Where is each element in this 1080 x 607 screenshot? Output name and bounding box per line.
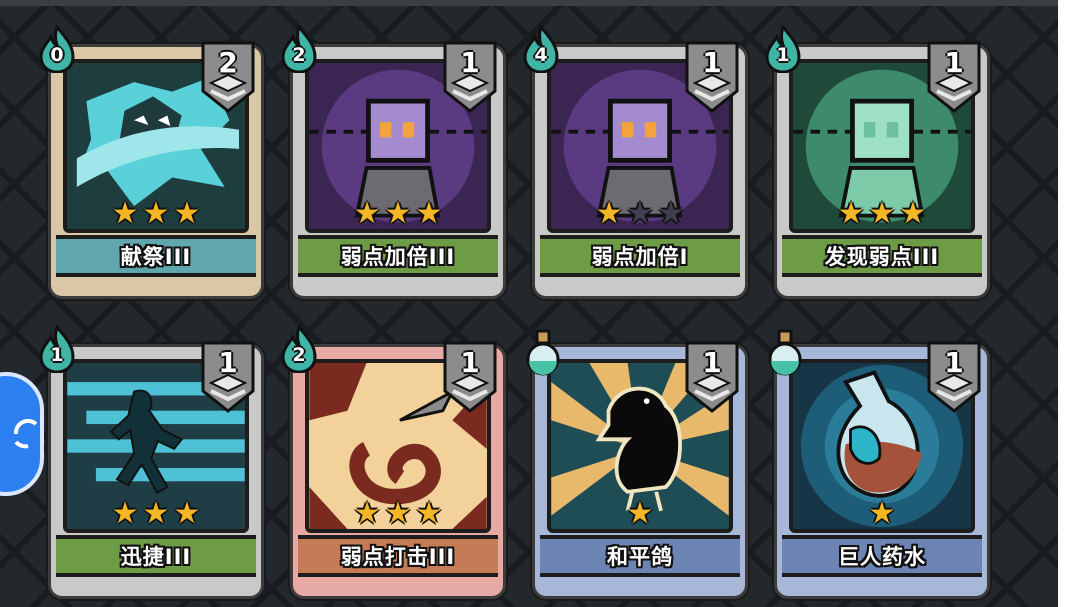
potion-flask-icon — [526, 329, 560, 376]
card-weakness-double-3[interactable]: ★ ★ ★ 弱点加倍III 2 1 — [281, 23, 506, 299]
potion-flask-icon — [768, 329, 802, 376]
card-name: 发现弱点III — [824, 245, 940, 269]
level-value: 1 — [460, 346, 480, 379]
star-rating: ★ ★ ★ — [51, 199, 261, 229]
star-filled-icon: ★ — [626, 496, 654, 531]
level-badge: 2 — [199, 41, 257, 113]
cost-badge: 1 — [763, 23, 803, 74]
level-badge: 1 — [683, 341, 741, 413]
cost-value: 1 — [50, 344, 64, 366]
level-value: 1 — [702, 346, 722, 379]
cost-value: 2 — [292, 344, 306, 366]
card-name: 和平鸽 — [607, 545, 673, 569]
level-value: 2 — [218, 46, 238, 79]
star-filled-icon: ★ — [595, 196, 623, 231]
cost-value: 0 — [50, 44, 64, 66]
level-value: 1 — [218, 346, 238, 379]
side-refresh-button[interactable] — [0, 372, 44, 496]
card-name: 弱点加倍I — [591, 245, 689, 269]
card-swift[interactable]: ★ ★ ★ 迅捷III 1 1 — [39, 323, 264, 599]
star-rating: ★ — [535, 499, 745, 529]
card-weakness-double-1[interactable]: ★ ★ ★ 弱点加倍I 4 1 — [523, 23, 748, 299]
star-filled-icon: ★ — [173, 496, 201, 531]
star-empty-icon: ★ — [657, 196, 685, 231]
card-collection-screen: ★ ★ ★ 献祭III 0 2 ★ ★ ★ 弱点加倍III 2 1 ★ ★ ★ … — [0, 0, 1058, 607]
star-filled-icon: ★ — [353, 196, 381, 231]
card-name-banner: 弱点打击III — [298, 535, 498, 577]
level-value: 1 — [944, 46, 964, 79]
card-name-banner: 巨人药水 — [782, 535, 982, 577]
refresh-icon — [13, 418, 38, 449]
star-filled-icon: ★ — [899, 196, 927, 231]
star-filled-icon: ★ — [353, 496, 381, 531]
star-empty-icon: ★ — [626, 196, 654, 231]
star-rating: ★ ★ ★ — [535, 199, 745, 229]
cost-value: 1 — [776, 44, 790, 66]
card-peace-dove[interactable]: ★ 和平鸽 1 — [526, 329, 748, 599]
card-name: 迅捷III — [120, 545, 192, 569]
level-value: 1 — [460, 46, 480, 79]
star-rating: ★ — [777, 499, 987, 529]
card-sacrifice[interactable]: ★ ★ ★ 献祭III 0 2 — [39, 23, 264, 299]
level-value: 1 — [702, 46, 722, 79]
level-badge: 1 — [925, 41, 983, 113]
star-filled-icon: ★ — [837, 196, 865, 231]
star-rating: ★ ★ ★ — [293, 499, 503, 529]
star-filled-icon: ★ — [111, 196, 139, 231]
potion-badge — [521, 329, 565, 377]
star-filled-icon: ★ — [415, 196, 443, 231]
star-filled-icon: ★ — [868, 196, 896, 231]
star-filled-icon: ★ — [142, 496, 170, 531]
star-rating: ★ ★ ★ — [51, 499, 261, 529]
star-rating: ★ ★ ★ — [777, 199, 987, 229]
cost-value: 2 — [292, 44, 306, 66]
card-name: 巨人药水 — [838, 545, 926, 569]
card-name: 弱点加倍III — [340, 245, 456, 269]
cost-value: 4 — [534, 44, 548, 66]
card-name-banner: 弱点加倍III — [298, 235, 498, 277]
level-badge: 1 — [683, 41, 741, 113]
card-name: 献祭III — [120, 245, 192, 269]
cost-badge: 2 — [279, 23, 319, 74]
star-rating: ★ ★ ★ — [293, 199, 503, 229]
cost-badge: 1 — [37, 323, 77, 374]
card-find-weakness[interactable]: ★ ★ ★ 发现弱点III 1 1 — [765, 23, 990, 299]
level-badge: 1 — [441, 341, 499, 413]
star-filled-icon: ★ — [384, 496, 412, 531]
star-filled-icon: ★ — [173, 196, 201, 231]
card-name-banner: 迅捷III — [56, 535, 256, 577]
cost-badge: 0 — [37, 23, 77, 74]
card-weakness-strike[interactable]: ★ ★ ★ 弱点打击III 2 1 — [281, 323, 506, 599]
star-filled-icon: ★ — [111, 496, 139, 531]
cost-badge: 4 — [521, 23, 561, 74]
cost-badge: 2 — [279, 323, 319, 374]
level-badge: 1 — [199, 341, 257, 413]
star-filled-icon: ★ — [142, 196, 170, 231]
level-badge: 1 — [441, 41, 499, 113]
level-value: 1 — [944, 346, 964, 379]
card-name-banner: 和平鸽 — [540, 535, 740, 577]
potion-badge — [763, 329, 807, 377]
card-name-banner: 弱点加倍I — [540, 235, 740, 277]
card-giant-potion[interactable]: ★ 巨人药水 1 — [768, 329, 990, 599]
star-filled-icon: ★ — [415, 496, 443, 531]
card-name-banner: 献祭III — [56, 235, 256, 277]
star-filled-icon: ★ — [868, 496, 896, 531]
card-name: 弱点打击III — [340, 545, 456, 569]
star-filled-icon: ★ — [384, 196, 412, 231]
level-badge: 1 — [925, 341, 983, 413]
card-name-banner: 发现弱点III — [782, 235, 982, 277]
